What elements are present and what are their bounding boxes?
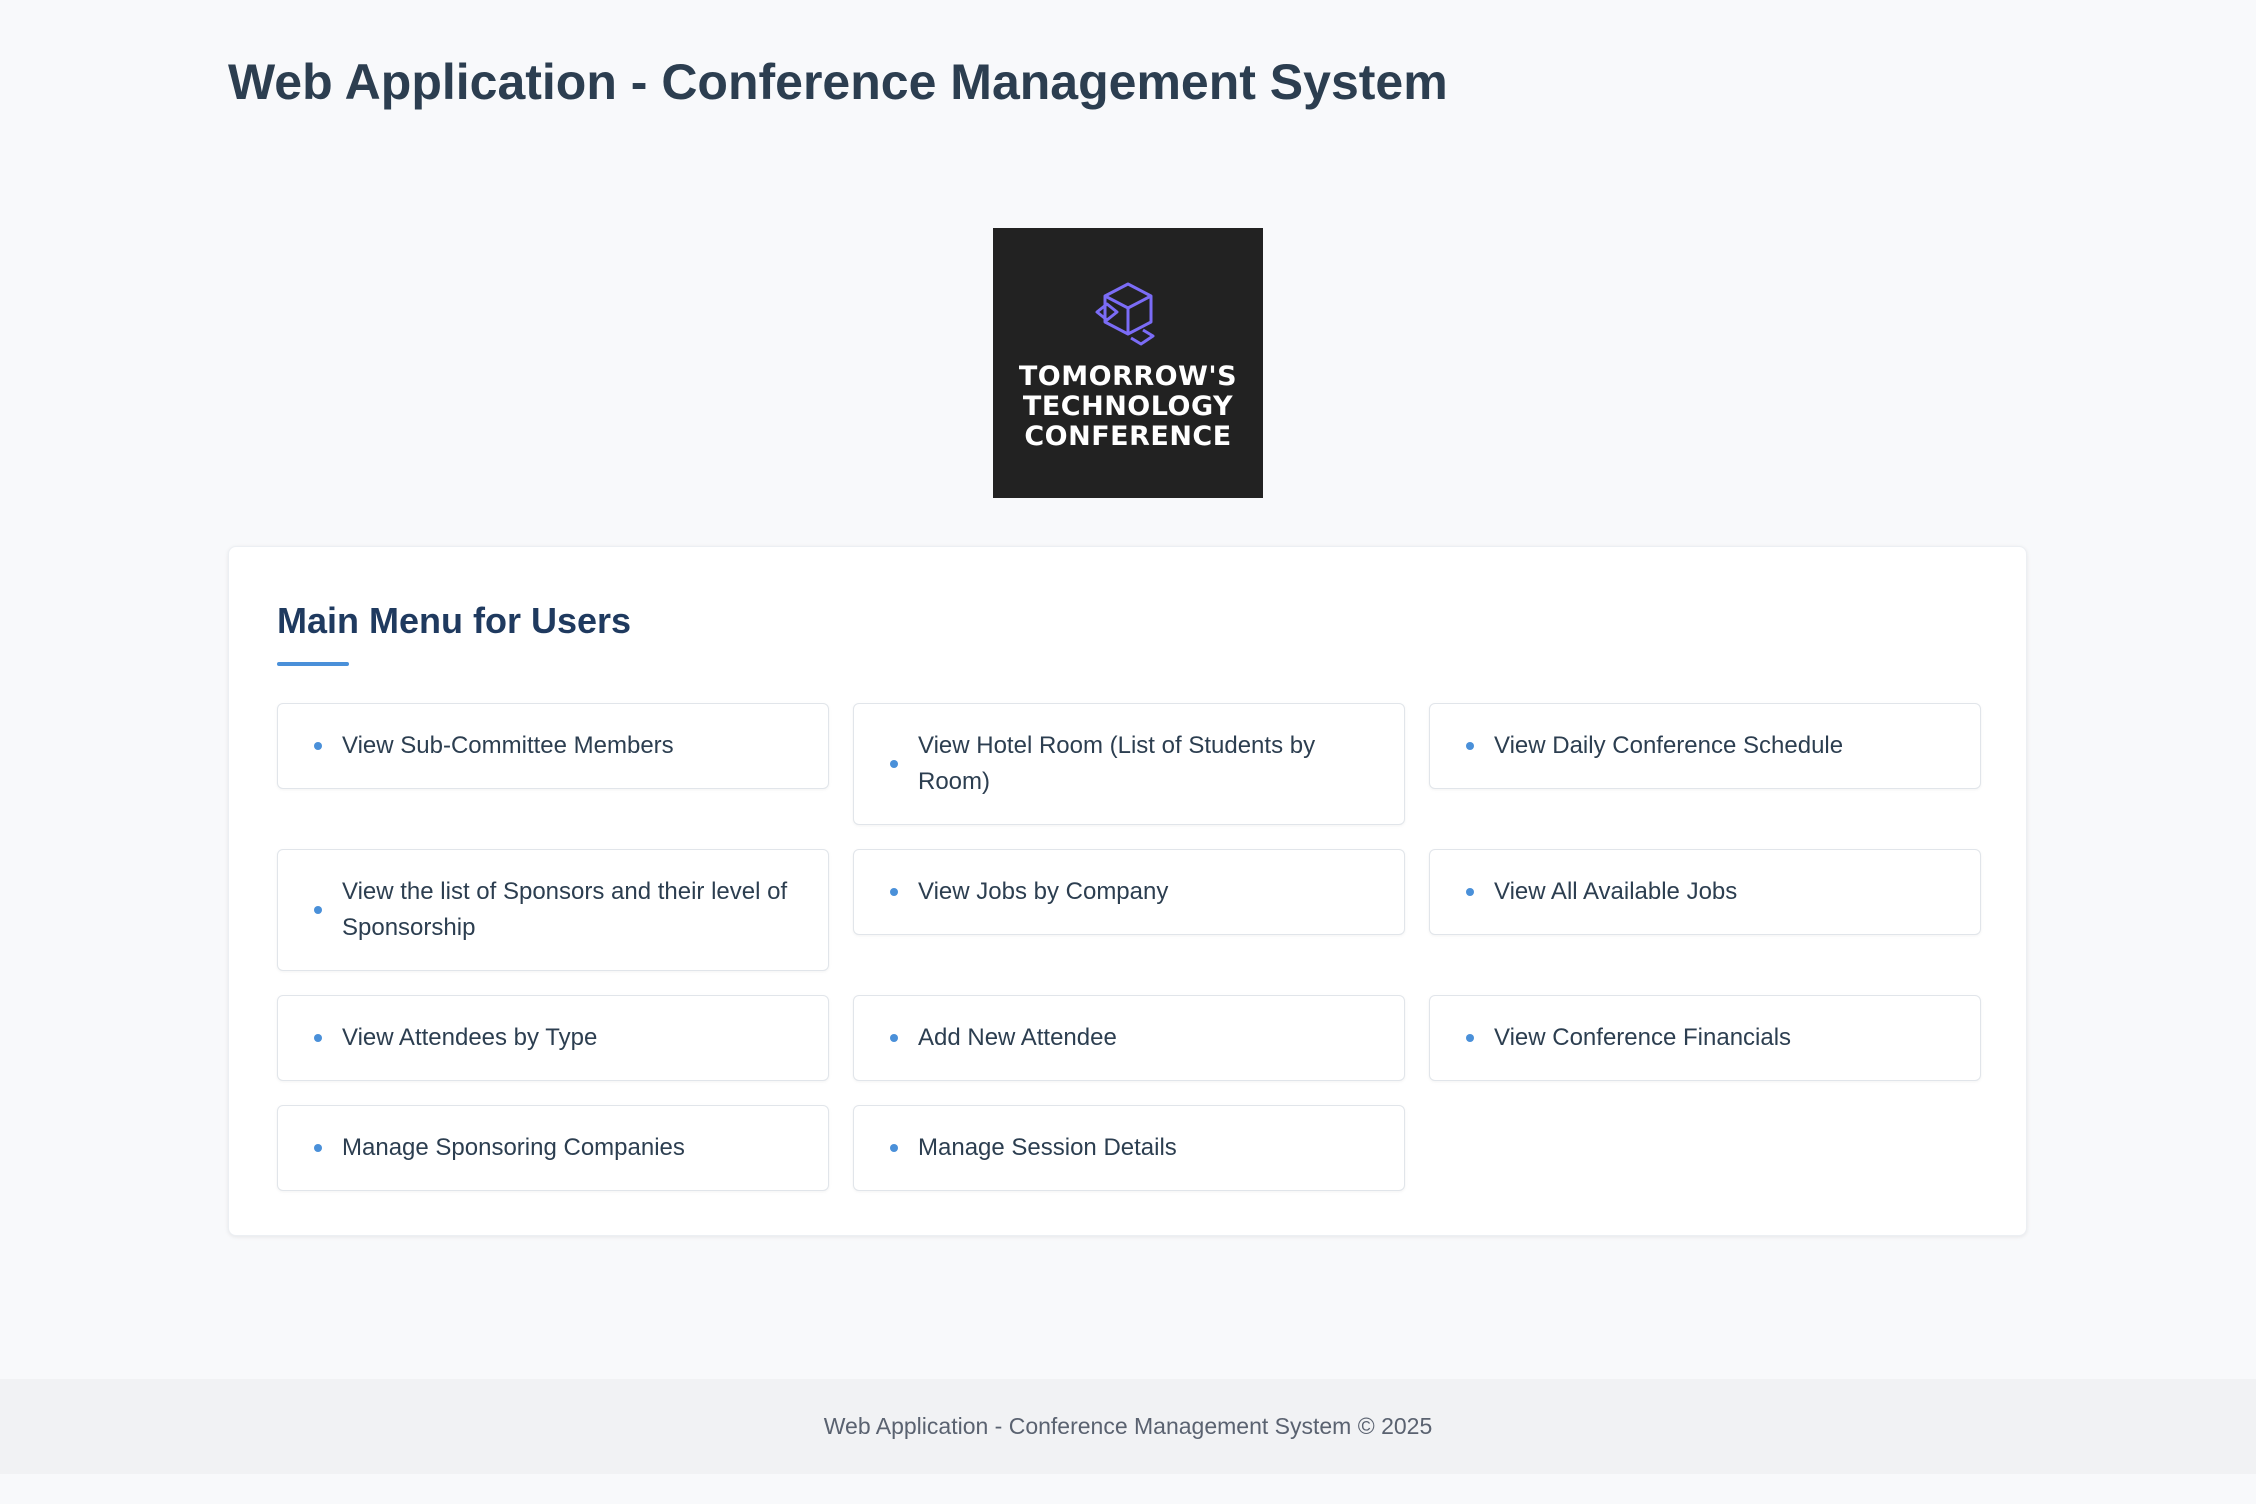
menu-item-label: View the list of Sponsors and their leve… — [342, 878, 788, 941]
heading-underline — [277, 662, 349, 666]
menu-item-view-all-available-jobs[interactable]: View All Available Jobs — [1429, 849, 1981, 935]
menu-item-view-hotel-room[interactable]: View Hotel Room (List of Students by Roo… — [853, 703, 1405, 825]
bullet-icon — [890, 760, 898, 768]
logo-wordmark: TOMORROW'S TECHNOLOGY CONFERENCE — [1019, 362, 1237, 452]
menu-item-label: View Hotel Room (List of Students by Roo… — [918, 732, 1316, 795]
bullet-icon — [890, 1034, 898, 1042]
menu-item-label: Manage Session Details — [918, 1134, 1177, 1161]
menu-item-view-daily-conference-schedule[interactable]: View Daily Conference Schedule — [1429, 703, 1981, 789]
menu-item-add-new-attendee[interactable]: Add New Attendee — [853, 995, 1405, 1081]
footer-copyright: Web Application - Conference Management … — [823, 1413, 1433, 1439]
menu-item-label: Manage Sponsoring Companies — [342, 1134, 685, 1161]
menu-item-label: View Daily Conference Schedule — [1494, 732, 1844, 759]
menu-item-manage-session-details[interactable]: Manage Session Details — [853, 1105, 1405, 1191]
menu-item-manage-sponsoring-companies[interactable]: Manage Sponsoring Companies — [277, 1105, 829, 1191]
menu-item-label: View Sub-Committee Members — [342, 732, 674, 759]
logo-line: TOMORROW'S — [1018, 361, 1238, 392]
cube-outline-icon — [1095, 282, 1155, 346]
menu-item-label: View Attendees by Type — [342, 1024, 598, 1051]
bullet-icon — [314, 906, 322, 914]
menu-item-label: Add New Attendee — [918, 1024, 1117, 1051]
menu-item-view-sub-committee-members[interactable]: View Sub-Committee Members — [277, 703, 829, 789]
bullet-icon — [314, 1144, 322, 1152]
bullet-icon — [314, 742, 322, 750]
menu-item-view-jobs-by-company[interactable]: View Jobs by Company — [853, 849, 1405, 935]
bullet-icon — [890, 1144, 898, 1152]
bullet-icon — [314, 1034, 322, 1042]
bullet-icon — [1466, 1034, 1474, 1042]
page-title: Web Application - Conference Management … — [228, 54, 1448, 110]
logo-line: TECHNOLOGY — [1022, 391, 1234, 422]
logo-line: CONFERENCE — [1024, 421, 1232, 452]
main-menu-card: Main Menu for Users View Sub-Committee M… — [228, 546, 2027, 1236]
conference-logo: TOMORROW'S TECHNOLOGY CONFERENCE — [993, 228, 1263, 498]
menu-item-label: View Jobs by Company — [918, 878, 1169, 905]
bullet-icon — [1466, 742, 1474, 750]
menu-item-view-sponsors[interactable]: View the list of Sponsors and their leve… — [277, 849, 829, 971]
menu-item-view-attendees-by-type[interactable]: View Attendees by Type — [277, 995, 829, 1081]
footer: Web Application - Conference Management … — [0, 1379, 2256, 1474]
menu-heading: Main Menu for Users — [277, 600, 632, 641]
menu-item-label: View All Available Jobs — [1494, 878, 1738, 905]
menu-item-view-conference-financials[interactable]: View Conference Financials — [1429, 995, 1981, 1081]
bullet-icon — [890, 888, 898, 896]
bullet-icon — [1466, 888, 1474, 896]
menu-item-label: View Conference Financials — [1494, 1024, 1792, 1051]
